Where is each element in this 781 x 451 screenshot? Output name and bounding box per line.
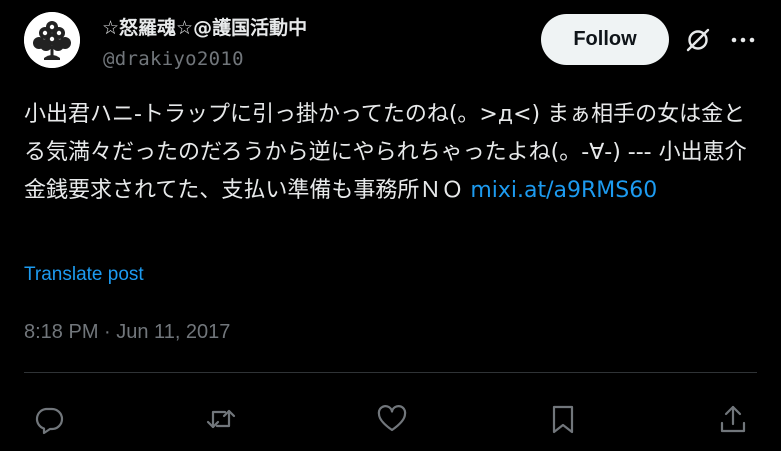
reply-icon bbox=[35, 407, 64, 435]
author-avatar[interactable] bbox=[24, 12, 80, 68]
reply-button[interactable] bbox=[33, 403, 65, 435]
like-button[interactable] bbox=[376, 403, 408, 435]
divider bbox=[24, 372, 757, 373]
follow-button[interactable]: Follow bbox=[541, 14, 669, 65]
share-icon bbox=[720, 405, 746, 433]
like-icon bbox=[377, 405, 407, 432]
bookmark-button[interactable] bbox=[547, 403, 579, 435]
grok-icon[interactable] bbox=[684, 26, 712, 54]
tweet-timestamp[interactable]: 8:18 PM · Jun 11, 2017 bbox=[24, 321, 230, 344]
retweet-button[interactable] bbox=[205, 403, 237, 435]
author-handle[interactable]: @drakiyo2010 bbox=[103, 48, 244, 70]
author-display-name[interactable]: ☆怒羅魂☆@護国活動中 bbox=[102, 13, 307, 40]
retweet-icon bbox=[206, 409, 236, 429]
translate-post-link[interactable]: Translate post bbox=[24, 264, 144, 286]
share-button[interactable] bbox=[717, 403, 749, 435]
tweet-link[interactable]: mixi.at/a9RMS60 bbox=[470, 178, 657, 203]
more-options-icon[interactable] bbox=[730, 26, 756, 54]
bookmark-icon bbox=[552, 405, 574, 434]
crest-avatar-icon bbox=[24, 12, 80, 68]
tweet-text: 小出君ハニ-トラップに引っ掛かってたのね(。>д<) まぁ相手の女は金とる気満々… bbox=[24, 96, 764, 210]
